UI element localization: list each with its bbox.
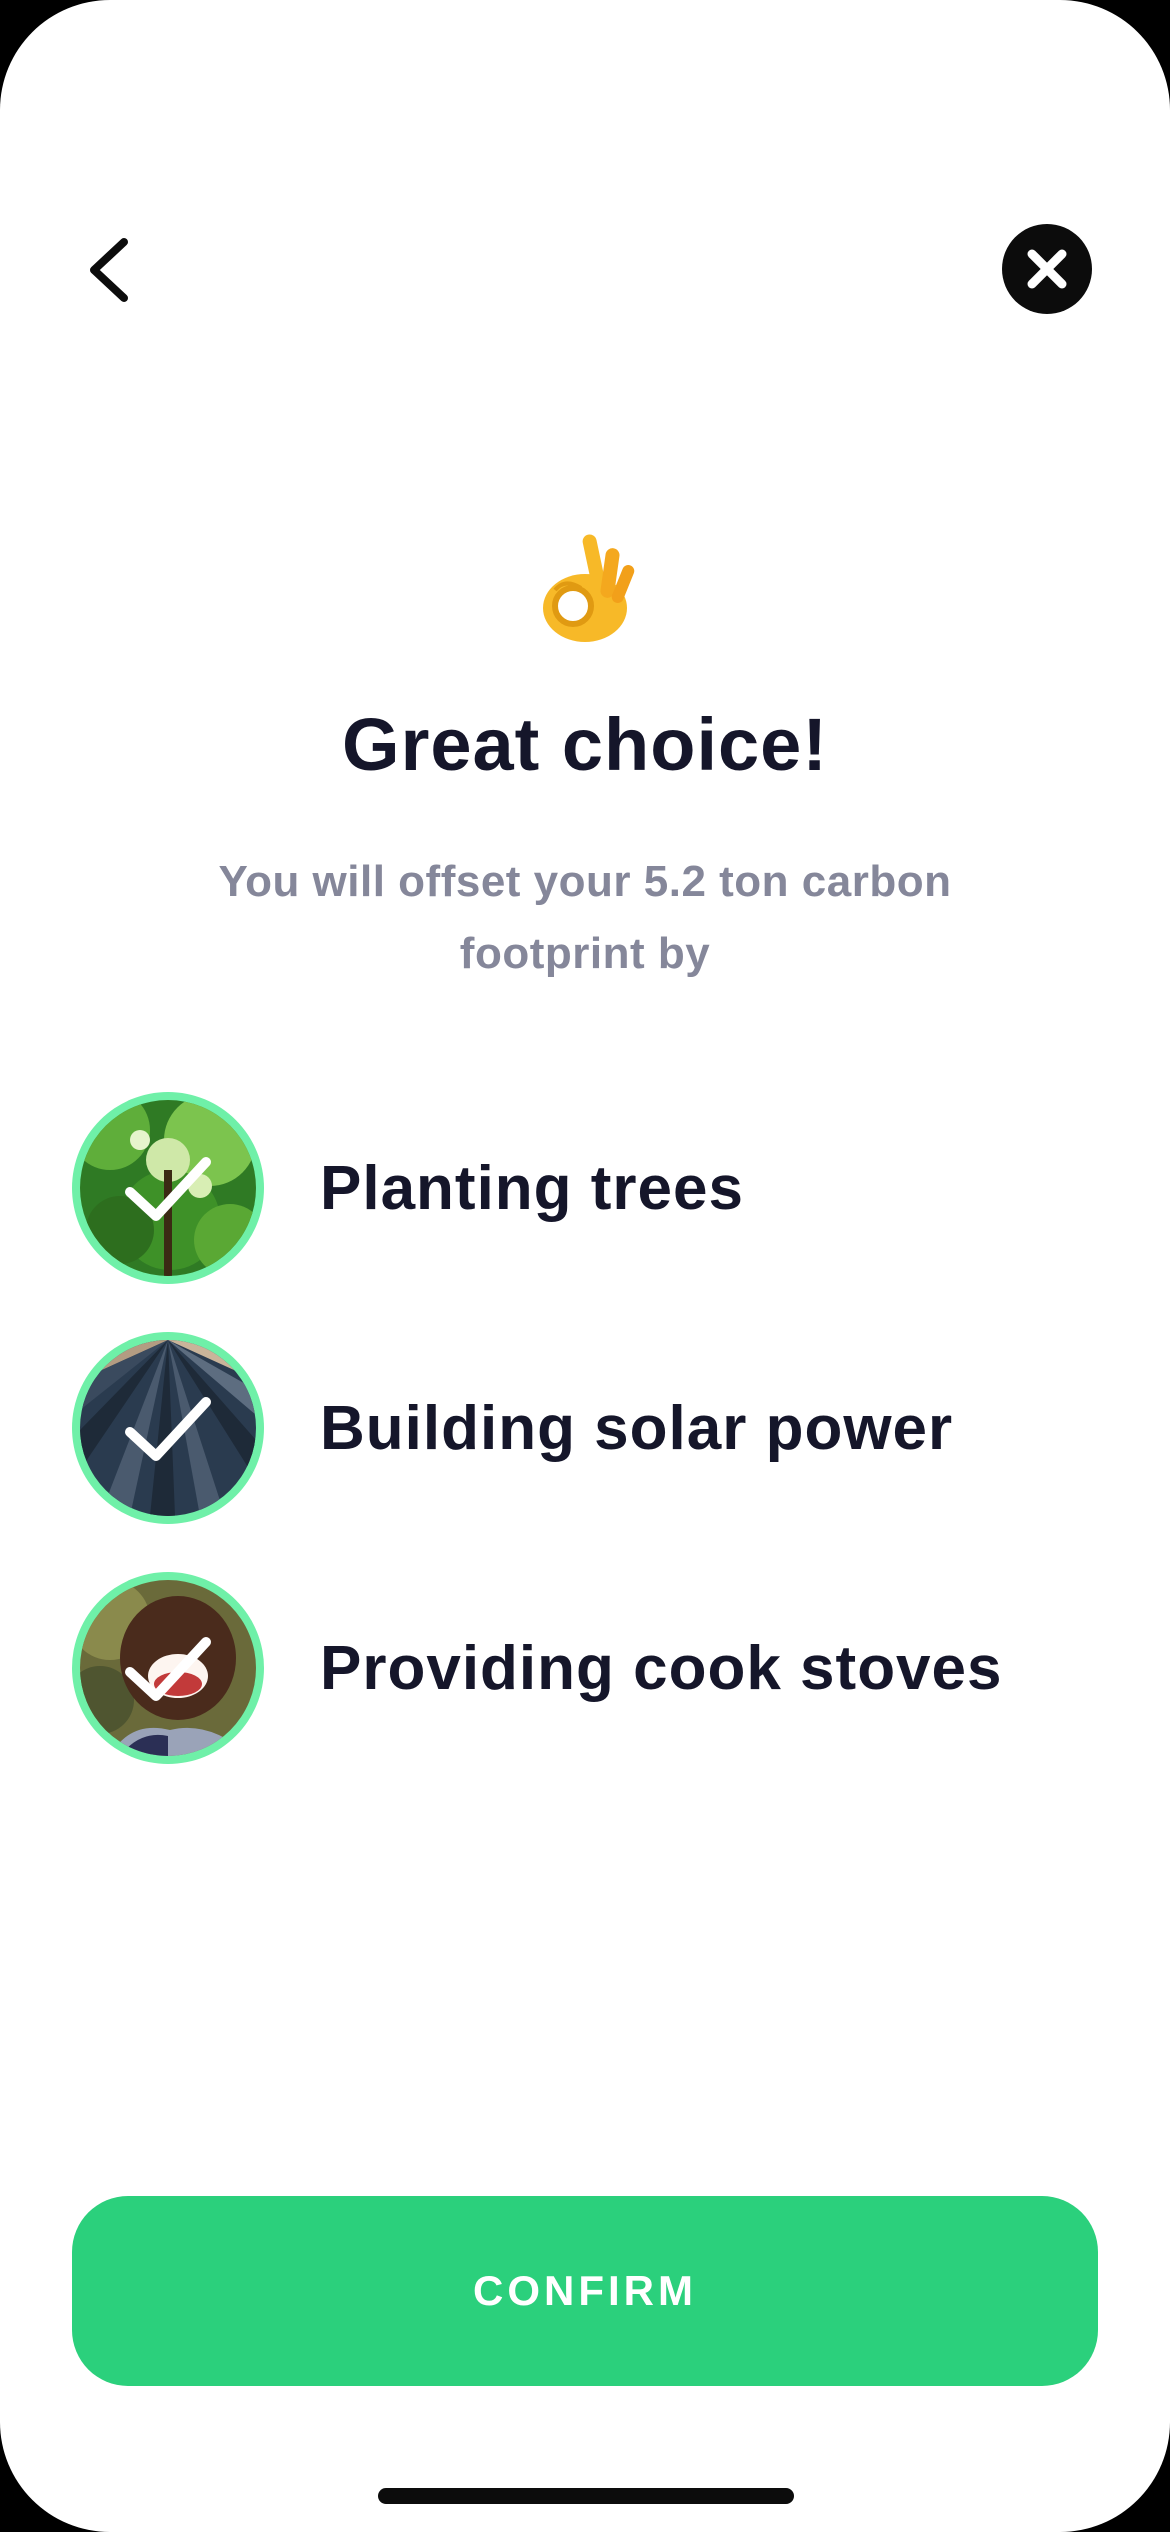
back-button[interactable] xyxy=(70,220,150,320)
checkmark-icon xyxy=(125,1397,211,1461)
option-building-solar-power[interactable]: Building solar power xyxy=(72,1332,1102,1524)
option-thumbnail xyxy=(72,1572,264,1764)
confirm-button[interactable]: CONFIRM xyxy=(72,2196,1098,2386)
screen: Great choice! You will offset your 5.2 t… xyxy=(0,0,1170,2532)
page-title: Great choice! xyxy=(342,703,828,786)
home-indicator[interactable] xyxy=(378,2488,794,2504)
close-icon xyxy=(1027,249,1067,289)
ok-hand-icon xyxy=(543,534,635,642)
close-button[interactable] xyxy=(1002,224,1092,314)
page-subtitle: You will offset your 5.2 ton carbon foot… xyxy=(218,857,952,978)
option-providing-cook-stoves[interactable]: Providing cook stoves xyxy=(72,1572,1102,1764)
option-label: Providing cook stoves xyxy=(320,1633,1003,1703)
ok-hand-emoji xyxy=(0,520,1170,670)
option-thumbnail xyxy=(72,1092,264,1284)
option-label: Building solar power xyxy=(320,1393,954,1463)
chevron-left-icon xyxy=(90,238,128,302)
option-thumbnail xyxy=(72,1332,264,1524)
option-label: Planting trees xyxy=(320,1153,744,1223)
checkmark-icon xyxy=(125,1157,211,1221)
checkmark-icon xyxy=(125,1637,211,1701)
option-planting-trees[interactable]: Planting trees xyxy=(72,1092,1102,1284)
